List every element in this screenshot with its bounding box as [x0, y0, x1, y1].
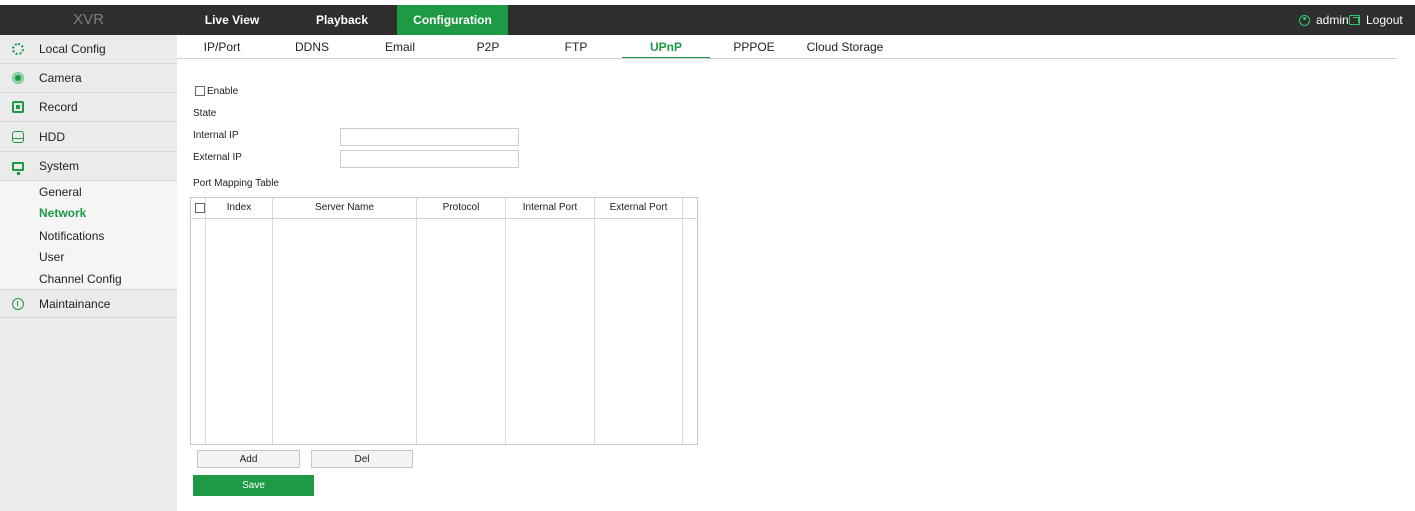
hdd-icon — [12, 131, 24, 143]
sidebar-item-local-config[interactable]: Local Config — [0, 35, 177, 64]
sidebar-subitem-channel-config[interactable]: Channel Config — [39, 272, 122, 286]
column-divider — [416, 198, 417, 444]
add-button[interactable]: Add — [197, 450, 300, 468]
sidebar-item-label: Record — [39, 100, 78, 114]
sidebar-item-label: Local Config — [39, 42, 106, 56]
external-ip-field[interactable] — [340, 150, 519, 168]
enable-label: Enable — [207, 86, 239, 97]
select-all-checkbox[interactable] — [195, 203, 205, 213]
tab-upnp[interactable]: UPnP — [622, 35, 710, 59]
sidebar-subitem-general[interactable]: General — [39, 185, 82, 199]
port-mapping-table-label: Port Mapping Table — [193, 178, 279, 189]
camera-icon — [12, 72, 24, 84]
sidebar-item-label: Maintainance — [39, 296, 111, 311]
tab-ip-port[interactable]: IP/Port — [177, 35, 267, 59]
sidebar: Local Config Camera Record HDD System Ge… — [0, 35, 177, 511]
sidebar-item-label: HDD — [39, 130, 65, 144]
sidebar-item-system[interactable]: System — [0, 152, 177, 181]
column-divider — [272, 198, 273, 444]
column-divider — [594, 198, 595, 444]
sidebar-item-record[interactable]: Record — [0, 93, 177, 122]
top-bar: XVR Live View Playback Configuration adm… — [0, 5, 1415, 35]
sidebar-item-hdd[interactable]: HDD — [0, 123, 177, 152]
tab-ftp[interactable]: FTP — [531, 35, 621, 59]
column-divider — [205, 198, 206, 444]
nav-playback[interactable]: Playback — [287, 5, 397, 35]
column-divider — [682, 198, 683, 444]
column-header-internal-port: Internal Port — [522, 202, 578, 213]
column-header-external-port: External Port — [609, 202, 668, 213]
sidebar-subitem-network[interactable]: Network — [39, 206, 86, 220]
sidebar-item-label: Camera — [39, 71, 82, 85]
state-label: State — [193, 108, 217, 119]
column-divider — [505, 198, 506, 444]
column-header-index: Index — [226, 202, 252, 213]
user-menu[interactable]: admin — [1299, 5, 1349, 35]
table-header-divider — [191, 218, 697, 219]
username: admin — [1316, 13, 1349, 27]
gear-icon — [12, 43, 24, 55]
record-icon — [12, 101, 24, 113]
tab-divider — [177, 58, 1397, 59]
user-icon — [1299, 14, 1310, 26]
column-header-protocol: Protocol — [442, 202, 480, 213]
internal-ip-field[interactable] — [340, 128, 519, 146]
column-header-server-name: Server Name — [315, 202, 374, 213]
save-button[interactable]: Save — [193, 475, 314, 496]
sidebar-item-label: System — [39, 159, 80, 173]
sidebar-item-maintainance[interactable]: Maintainance — [0, 289, 177, 318]
logout-icon — [1349, 15, 1360, 25]
external-ip-label: External IP — [193, 152, 242, 163]
sidebar-item-camera[interactable]: Camera — [0, 64, 177, 93]
tab-email[interactable]: Email — [355, 35, 445, 59]
port-mapping-table: Index Server Name Protocol Internal Port… — [190, 197, 698, 445]
enable-checkbox[interactable] — [195, 86, 205, 96]
tab-p2p[interactable]: P2P — [443, 35, 533, 59]
monitor-icon — [12, 161, 24, 175]
sidebar-subitem-notifications[interactable]: Notifications — [39, 229, 104, 243]
brand-logo: XVR — [73, 11, 104, 28]
tab-cloud-storage[interactable]: Cloud Storage — [790, 35, 900, 59]
info-icon — [12, 297, 24, 310]
logout-button[interactable]: Logout — [1349, 5, 1403, 35]
tab-ddns[interactable]: DDNS — [267, 35, 357, 59]
nav-live-view[interactable]: Live View — [177, 5, 287, 35]
del-button[interactable]: Del — [311, 450, 413, 468]
nav-configuration[interactable]: Configuration — [397, 5, 508, 35]
logout-label: Logout — [1366, 13, 1403, 27]
tab-pppoe[interactable]: PPPOE — [710, 35, 798, 59]
sidebar-subitem-user[interactable]: User — [39, 250, 64, 264]
internal-ip-label: Internal IP — [193, 130, 239, 141]
